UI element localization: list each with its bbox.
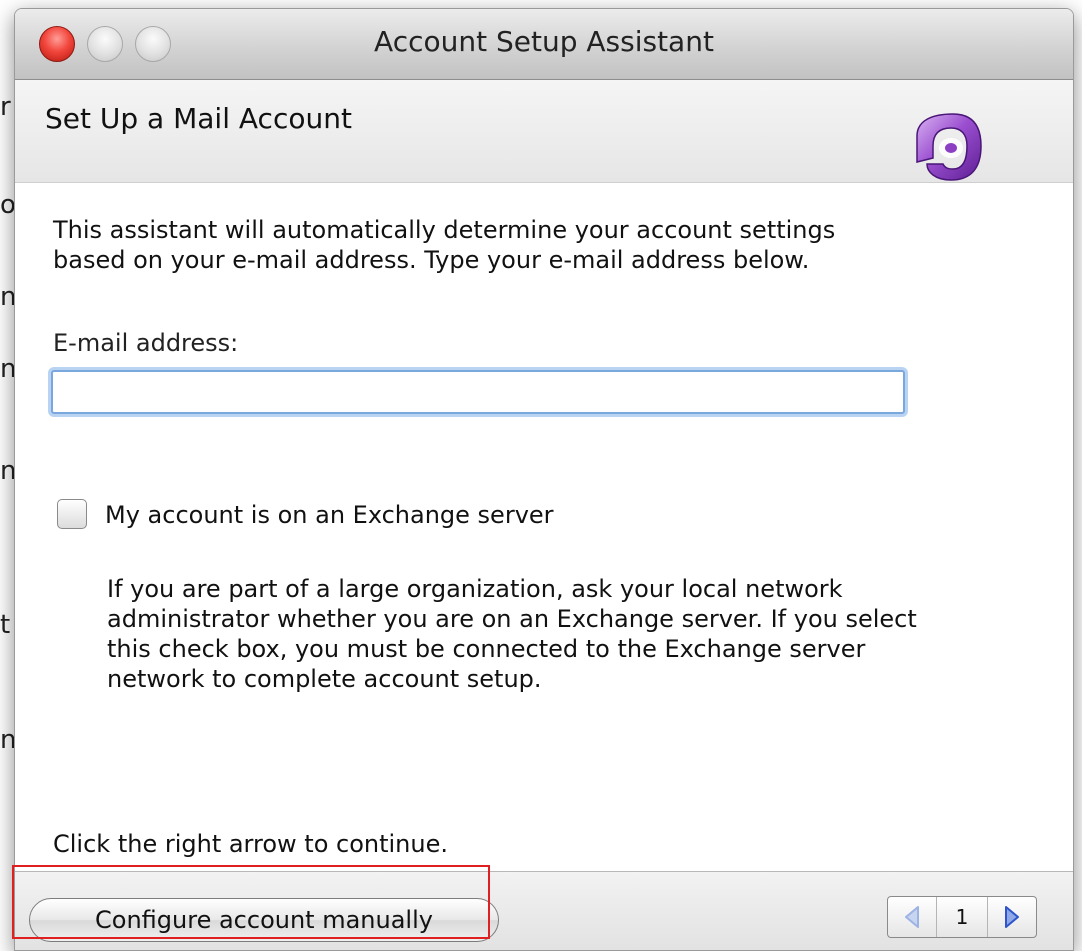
footer-bar: Configure account manually 1 — [15, 871, 1073, 950]
page-number: 1 — [936, 897, 988, 937]
exchange-server-checkbox[interactable] — [57, 499, 87, 529]
intro-line: based on your e-mail address. Type your … — [53, 246, 810, 274]
help-line: administrator whether you are on an Exch… — [107, 605, 917, 633]
right-arrow-icon — [1005, 906, 1019, 928]
background-fragment: t — [0, 610, 11, 640]
previous-page-button[interactable] — [888, 897, 936, 937]
help-line: If you are part of a large organization,… — [107, 575, 843, 603]
intro-line: This assistant will automatically determ… — [53, 216, 836, 244]
background-fragment: r — [0, 92, 11, 122]
help-line: network to complete account setup. — [107, 665, 542, 693]
entourage-app-icon — [916, 113, 982, 181]
email-label: E-mail address: — [53, 329, 239, 357]
page-title: Set Up a Mail Account — [45, 102, 352, 135]
next-page-button[interactable] — [988, 897, 1036, 937]
title-bar[interactable]: Account Setup Assistant — [15, 9, 1073, 80]
configure-manually-button[interactable]: Configure account manually — [29, 898, 499, 942]
window-title: Account Setup Assistant — [374, 25, 714, 58]
account-setup-window: Account Setup Assistant Set Up a Mail Ac… — [14, 8, 1074, 951]
exchange-server-checkbox-label[interactable]: My account is on an Exchange server — [105, 501, 554, 529]
email-address-field[interactable] — [51, 370, 905, 414]
page-navigator: 1 — [887, 896, 1037, 938]
exchange-help-text: If you are part of a large organization,… — [107, 574, 1067, 694]
continue-hint: Click the right arrow to continue. — [53, 830, 448, 858]
intro-text: This assistant will automatically determ… — [53, 215, 1013, 275]
page-header: Set Up a Mail Account — [15, 80, 1073, 183]
left-arrow-icon — [905, 906, 919, 928]
help-line: this check box, you must be connected to… — [107, 635, 866, 663]
